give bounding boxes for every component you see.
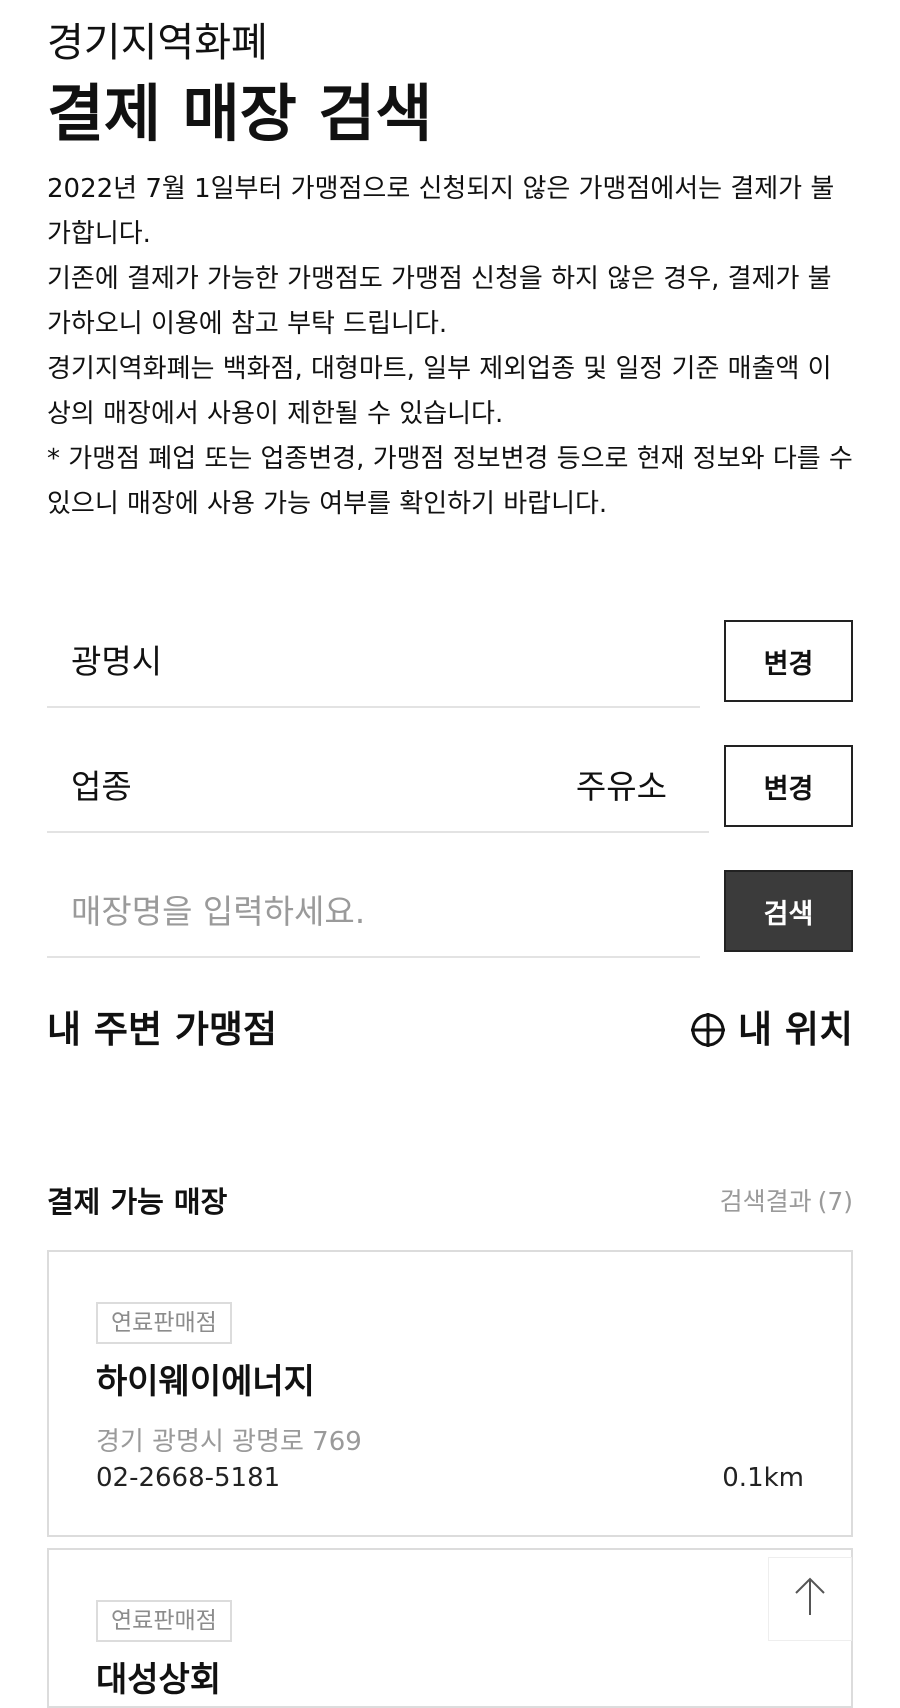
store-phone[interactable]: 02-2668-5181 xyxy=(96,1460,280,1496)
results-count-number: (7) xyxy=(817,1187,853,1216)
store-search-field xyxy=(47,870,700,958)
search-button[interactable]: 검색 xyxy=(724,870,853,952)
notice-paragraph: * 가맹점 폐업 또는 업종변경, 가맹점 정보변경 등으로 현재 정보와 다를… xyxy=(47,444,853,519)
store-distance: 0.1km xyxy=(722,1463,804,1493)
category-badge: 연료판매점 xyxy=(96,1600,232,1642)
region-change-button[interactable]: 변경 xyxy=(724,620,853,702)
scroll-top-button[interactable] xyxy=(768,1557,852,1641)
category-value: 주유소 xyxy=(575,767,667,806)
region-field: 광명시 xyxy=(47,620,700,708)
results-count-label: 검색결과 xyxy=(719,1187,812,1216)
crosshair-icon xyxy=(690,1012,726,1048)
nearby-title: 내 주변 가맹점 xyxy=(47,1008,278,1051)
region-row: 광명시 변경 xyxy=(47,620,853,708)
my-location-button[interactable]: 내 위치 xyxy=(690,1003,853,1057)
store-search-row: 검색 xyxy=(47,870,853,958)
category-field[interactable]: 업종 주유소 xyxy=(47,745,709,833)
notice-paragraph: 2022년 7월 1일부터 가맹점으로 신청되지 않은 가맹점에서는 결제가 불… xyxy=(47,174,835,249)
results-header: 결제 가능 매장 검색결과 (7) xyxy=(47,1180,853,1224)
store-name: 대성상회 xyxy=(96,1660,222,1700)
store-card[interactable]: 연료판매점 대성상회 xyxy=(47,1548,853,1708)
notice-paragraph: 경기지역화폐는 백화점, 대형마트, 일부 제외업종 및 일정 기준 매출액 이… xyxy=(47,354,832,429)
page-title: 결제 매장 검색 xyxy=(47,77,433,150)
results-count: 검색결과 (7) xyxy=(720,1180,853,1224)
notice-text: 2022년 7월 1일부터 가맹점으로 신청되지 않은 가맹점에서는 결제가 불… xyxy=(47,167,853,527)
category-badge: 연료판매점 xyxy=(96,1302,232,1344)
results-title: 결제 가능 매장 xyxy=(47,1185,228,1219)
nearby-section: 내 주변 가맹점 내 위치 xyxy=(47,1003,853,1057)
store-name-input[interactable] xyxy=(71,890,671,934)
notice-paragraph: 기존에 결제가 가능한 가맹점도 가맹점 신청을 하지 않은 경우, 결제가 불… xyxy=(47,264,832,339)
my-location-label: 내 위치 xyxy=(737,1008,853,1051)
category-change-button[interactable]: 변경 xyxy=(724,745,853,827)
page-subtitle: 경기지역화폐 xyxy=(47,20,268,66)
region-value: 광명시 xyxy=(71,642,163,681)
store-card[interactable]: 연료판매점 하이웨이에너지 경기 광명시 광명로 769 02-2668-518… xyxy=(47,1250,853,1537)
category-label: 업종 xyxy=(71,767,132,806)
arrow-up-icon xyxy=(790,1575,830,1623)
category-row: 업종 주유소 변경 xyxy=(47,745,853,833)
store-address: 경기 광명시 광명로 769 xyxy=(96,1427,362,1457)
store-name: 하이웨이에너지 xyxy=(96,1362,315,1402)
